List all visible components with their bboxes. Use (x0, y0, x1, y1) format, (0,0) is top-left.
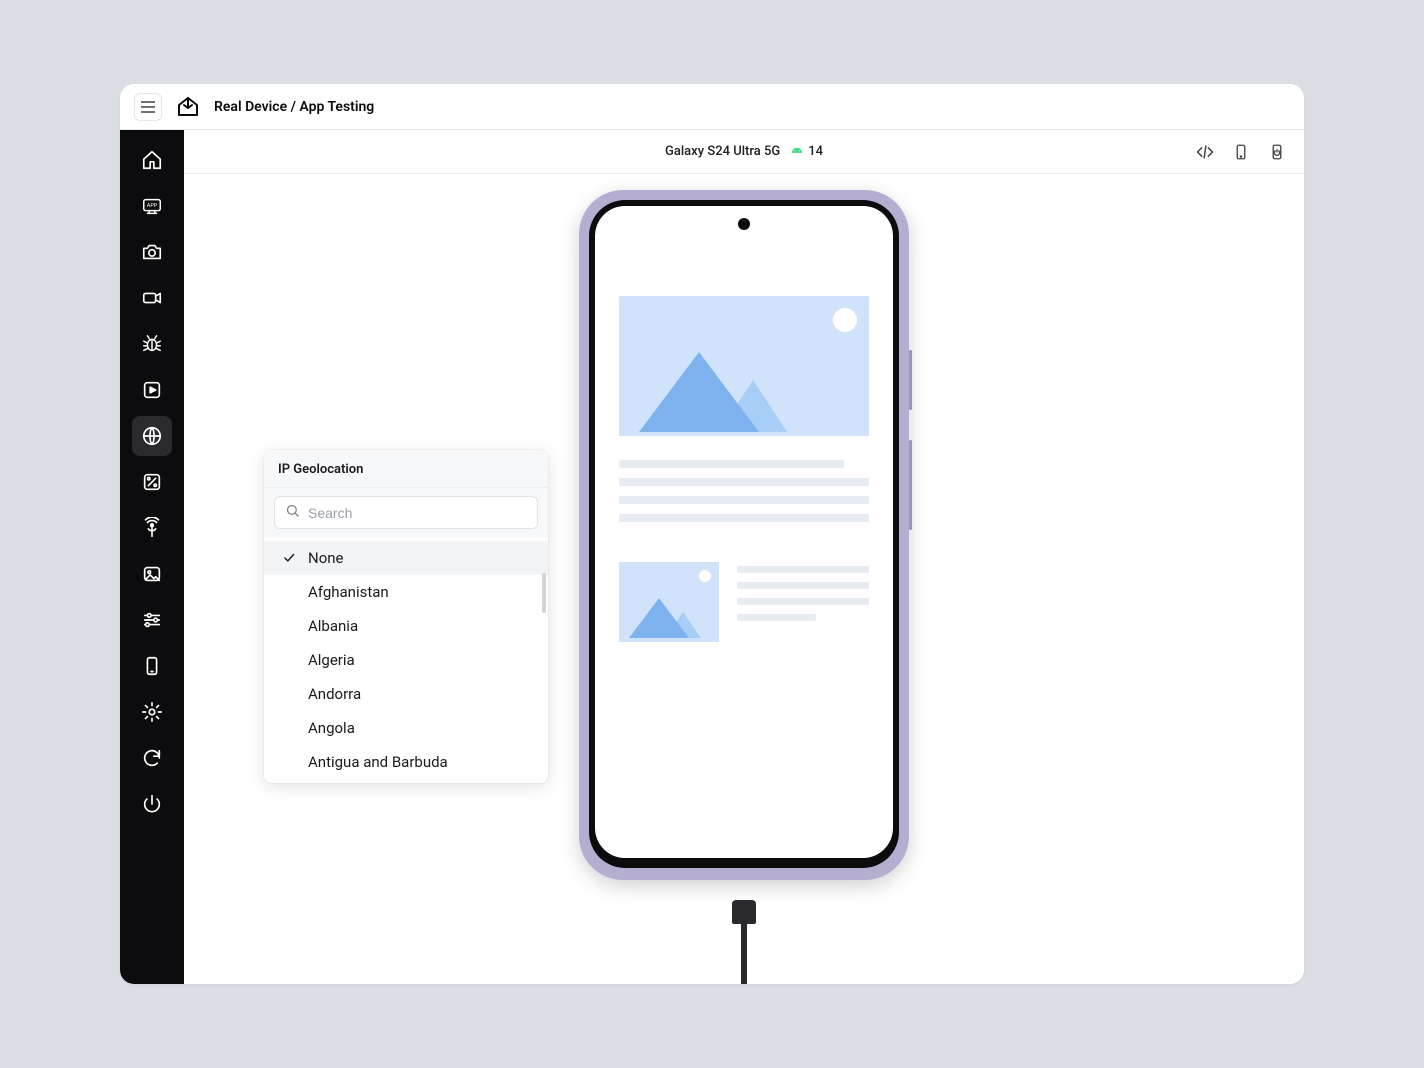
location-item[interactable]: Albania (264, 609, 548, 643)
location-label: Algeria (308, 651, 355, 669)
device-mockup (579, 190, 909, 880)
ip-geolocation-panel: IP Geolocation (264, 450, 548, 783)
phone-cable-icon (732, 900, 756, 984)
network-signal-icon[interactable] (132, 508, 172, 548)
left-rail: APP (120, 130, 184, 984)
location-item[interactable]: Antigua and Barbuda (264, 745, 548, 779)
bug-icon[interactable] (132, 324, 172, 364)
location-label: Afghanistan (308, 583, 389, 601)
device-name-label: Galaxy S24 Ultra 5G (665, 144, 780, 159)
device-screen[interactable] (595, 206, 893, 858)
hamburger-menu-button[interactable] (134, 93, 162, 121)
location-list[interactable]: None Afghanistan Albania (264, 537, 548, 783)
gear-icon[interactable] (132, 692, 172, 732)
placeholder-image (619, 296, 869, 436)
os-version-label: 14 (808, 144, 823, 159)
search-input-wrap[interactable] (274, 496, 538, 529)
breadcrumb: Real Device / App Testing (214, 99, 374, 115)
refresh-icon[interactable] (132, 738, 172, 778)
popup-title: IP Geolocation (264, 450, 548, 488)
placeholder-content (595, 206, 893, 662)
sliders-icon[interactable] (132, 600, 172, 640)
power-icon[interactable] (132, 784, 172, 824)
phone-icon[interactable] (132, 646, 172, 686)
check-icon (280, 551, 298, 565)
svg-text:APP: APP (147, 203, 158, 209)
location-item[interactable]: Afghanistan (264, 575, 548, 609)
location-item-none[interactable]: None (264, 541, 548, 575)
location-label: Angola (308, 719, 355, 737)
location-item[interactable]: Angola (264, 711, 548, 745)
sub-header: Galaxy S24 Ultra 5G 14 (184, 130, 1304, 174)
video-icon[interactable] (132, 278, 172, 318)
app-window: Real Device / App Testing APP (120, 84, 1304, 984)
placeholder-thumb (619, 562, 719, 642)
phone-side-button (909, 440, 912, 530)
device-power-icon[interactable] (1266, 141, 1288, 163)
location-label: Andorra (308, 685, 361, 703)
location-item[interactable]: Algeria (264, 643, 548, 677)
android-icon (790, 143, 804, 161)
content-area: Galaxy S24 Ultra 5G 14 (184, 130, 1304, 984)
globe-icon[interactable] (132, 416, 172, 456)
camera-icon[interactable] (132, 232, 172, 272)
location-label: None (308, 549, 344, 567)
app-icon[interactable]: APP (132, 186, 172, 226)
device-switch-icon[interactable] (1230, 141, 1252, 163)
home-icon[interactable] (132, 140, 172, 180)
location-label: Antigua and Barbuda (308, 753, 448, 771)
location-label: Albania (308, 617, 358, 635)
code-icon[interactable] (1194, 141, 1216, 163)
camera-notch-icon (738, 218, 750, 230)
header: Real Device / App Testing (120, 84, 1304, 130)
phone-side-button (909, 350, 912, 410)
search-input[interactable] (308, 505, 527, 521)
map-percent-icon[interactable] (132, 462, 172, 502)
play-app-icon[interactable] (132, 370, 172, 410)
search-icon (285, 503, 300, 522)
logo-icon (176, 95, 200, 119)
location-item[interactable]: Andorra (264, 677, 548, 711)
scrollbar-thumb[interactable] (542, 573, 546, 613)
image-icon[interactable] (132, 554, 172, 594)
